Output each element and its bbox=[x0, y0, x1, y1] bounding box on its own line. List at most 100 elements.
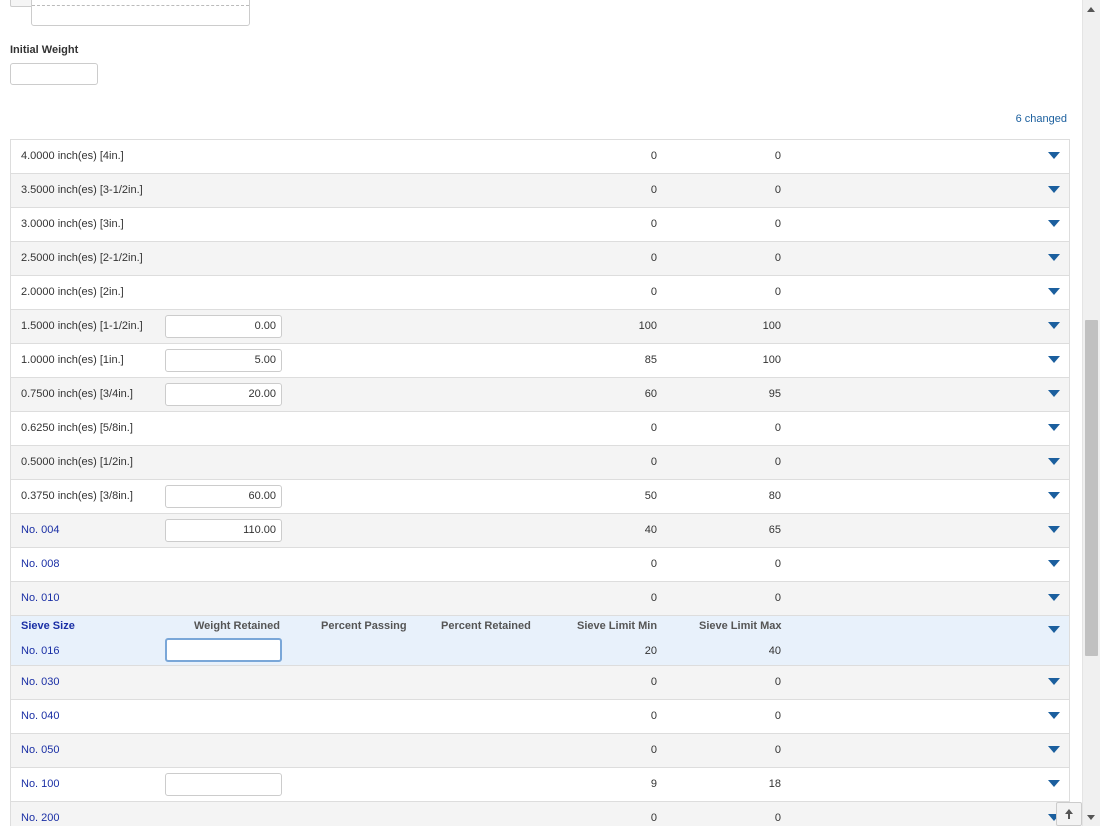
sieve-size-cell: 2.0000 inch(es) [2in.] bbox=[21, 286, 124, 298]
sieve-size-cell: 2.5000 inch(es) [2-1/2in.] bbox=[21, 252, 143, 264]
caret-down-icon[interactable] bbox=[1048, 678, 1060, 685]
header-weight-retained: Weight Retained bbox=[194, 620, 280, 632]
page-content: Initial Weight 6 changed 4.0000 inch(es)… bbox=[0, 0, 1082, 826]
sieve-size-cell: 3.5000 inch(es) [3-1/2in.] bbox=[21, 184, 143, 196]
caret-down-icon[interactable] bbox=[1048, 186, 1060, 193]
sieve-size-cell[interactable]: No. 010 bbox=[21, 582, 60, 615]
sieve-limit-min-cell: 50 bbox=[644, 490, 657, 502]
caret-down-icon[interactable] bbox=[1048, 712, 1060, 719]
sieve-limit-min-cell: 0 bbox=[650, 422, 657, 434]
sieve-limit-min-cell: 20 bbox=[644, 645, 657, 657]
header-sieve-limit-max: Sieve Limit Max bbox=[699, 620, 782, 632]
weight-retained-input[interactable] bbox=[165, 638, 282, 662]
previous-field-input[interactable] bbox=[31, 0, 250, 26]
sieve-size-cell: 0.3750 inch(es) [3/8in.] bbox=[21, 490, 133, 502]
sieve-limit-min-cell: 0 bbox=[650, 676, 657, 688]
sieve-limit-max-cell: 0 bbox=[774, 710, 781, 722]
weight-retained-input[interactable]: 20.00 bbox=[165, 383, 282, 406]
caret-down-icon[interactable] bbox=[1048, 356, 1060, 363]
weight-retained-input[interactable] bbox=[165, 773, 282, 796]
caret-down-icon[interactable] bbox=[1048, 458, 1060, 465]
sieve-limit-max-cell: 40 bbox=[768, 645, 781, 657]
sieve-limit-max-cell: 0 bbox=[774, 456, 781, 468]
sieve-limit-min-cell: 0 bbox=[650, 456, 657, 468]
sieve-limit-max-cell: 18 bbox=[768, 778, 781, 790]
caret-down-icon[interactable] bbox=[1048, 220, 1060, 227]
sieve-limit-max-cell: 80 bbox=[768, 490, 781, 502]
caret-down-icon[interactable] bbox=[1048, 526, 1060, 533]
weight-retained-input[interactable]: 110.00 bbox=[165, 519, 282, 542]
sieve-limit-min-cell: 85 bbox=[644, 354, 657, 366]
sieve-limit-min-cell: 0 bbox=[650, 710, 657, 722]
sieve-limit-max-cell: 0 bbox=[774, 676, 781, 688]
sieve-size-cell[interactable]: No. 050 bbox=[21, 734, 60, 767]
initial-weight-input[interactable] bbox=[10, 63, 98, 85]
sieve-limit-max-cell: 100 bbox=[762, 320, 781, 332]
sieve-size-cell: 3.0000 inch(es) [3in.] bbox=[21, 218, 124, 230]
sieve-limit-max-cell: 0 bbox=[774, 286, 781, 298]
sieve-limit-min-cell: 0 bbox=[650, 184, 657, 196]
scroll-to-top-button[interactable] bbox=[1056, 802, 1082, 826]
sieve-size-cell[interactable]: No. 040 bbox=[21, 700, 60, 733]
sieve-limit-max-cell: 65 bbox=[768, 524, 781, 536]
caret-down-icon[interactable] bbox=[1048, 424, 1060, 431]
scroll-up-icon[interactable] bbox=[1087, 7, 1095, 12]
caret-down-icon[interactable] bbox=[1048, 322, 1060, 329]
table-row: 3.0000 inch(es) [3in.] 0 0 bbox=[10, 208, 1070, 242]
sieve-size-cell: 0.7500 inch(es) [3/4in.] bbox=[21, 388, 133, 400]
sieve-size-cell[interactable]: No. 008 bbox=[21, 548, 60, 581]
scrollbar-thumb[interactable] bbox=[1085, 320, 1098, 656]
sieve-limit-min-cell: 100 bbox=[638, 320, 657, 332]
sieve-limit-min-cell: 0 bbox=[650, 558, 657, 570]
sieve-limit-max-cell: 0 bbox=[774, 422, 781, 434]
table-row: No. 200 0 0 bbox=[10, 802, 1070, 826]
sieve-size-cell[interactable]: No. 004 bbox=[21, 514, 60, 547]
caret-down-icon[interactable] bbox=[1048, 594, 1060, 601]
sieve-limit-min-cell: 40 bbox=[644, 524, 657, 536]
sieve-limit-min-cell: 60 bbox=[644, 388, 657, 400]
sieve-size-cell: 1.5000 inch(es) [1-1/2in.] bbox=[21, 320, 143, 332]
sieve-limit-min-cell: 0 bbox=[650, 150, 657, 162]
table-row: No. 050 0 0 bbox=[10, 734, 1070, 768]
sieve-size-cell: 0.5000 inch(es) [1/2in.] bbox=[21, 456, 133, 468]
weight-retained-input[interactable]: 5.00 bbox=[165, 349, 282, 372]
sieve-limit-max-cell: 0 bbox=[774, 218, 781, 230]
caret-down-icon[interactable] bbox=[1048, 152, 1060, 159]
table-row: No. 010 0 0 bbox=[10, 582, 1070, 616]
table-row: 0.7500 inch(es) [3/4in.] 20.00 60 95 bbox=[10, 378, 1070, 412]
vertical-scrollbar[interactable] bbox=[1082, 0, 1100, 826]
sieve-size-cell: 0.6250 inch(es) [5/8in.] bbox=[21, 422, 133, 434]
sieve-size-cell[interactable]: No. 200 bbox=[21, 802, 60, 826]
sieve-limit-max-cell: 0 bbox=[774, 592, 781, 604]
table-row: 1.0000 inch(es) [1in.] 5.00 85 100 bbox=[10, 344, 1070, 378]
caret-down-icon[interactable] bbox=[1048, 560, 1060, 567]
sieve-limit-max-cell: 95 bbox=[768, 388, 781, 400]
table-row: No. 100 9 18 bbox=[10, 768, 1070, 802]
caret-down-icon[interactable] bbox=[1048, 492, 1060, 499]
header-sieve-limit-min: Sieve Limit Min bbox=[577, 620, 658, 632]
sieve-limit-min-cell: 0 bbox=[650, 812, 657, 824]
scroll-down-icon[interactable] bbox=[1087, 815, 1095, 820]
caret-down-icon[interactable] bbox=[1048, 390, 1060, 397]
sieve-limit-max-cell: 0 bbox=[774, 150, 781, 162]
caret-down-icon[interactable] bbox=[1048, 746, 1060, 753]
weight-retained-input[interactable]: 60.00 bbox=[165, 485, 282, 508]
caret-down-icon[interactable] bbox=[1048, 288, 1060, 295]
table-row: No. 004 110.00 40 65 bbox=[10, 514, 1070, 548]
table-row: No. 030 0 0 bbox=[10, 666, 1070, 700]
weight-retained-input[interactable]: 0.00 bbox=[165, 315, 282, 338]
table-row: 2.5000 inch(es) [2-1/2in.] 0 0 bbox=[10, 242, 1070, 276]
sieve-limit-max-cell: 100 bbox=[762, 354, 781, 366]
changed-count-link[interactable]: 6 changed bbox=[1016, 113, 1067, 125]
sieve-size-cell[interactable]: No. 030 bbox=[21, 666, 60, 699]
sieve-limit-min-cell: 0 bbox=[650, 592, 657, 604]
sieve-size-cell[interactable]: No. 100 bbox=[21, 768, 60, 801]
sieve-limit-max-cell: 0 bbox=[774, 812, 781, 824]
initial-weight-label: Initial Weight bbox=[10, 44, 79, 56]
table-row: 0.6250 inch(es) [5/8in.] 0 0 bbox=[10, 412, 1070, 446]
caret-down-icon[interactable] bbox=[1048, 254, 1060, 261]
caret-down-icon[interactable] bbox=[1048, 780, 1060, 787]
sieve-limit-min-cell: 0 bbox=[650, 744, 657, 756]
caret-down-icon[interactable] bbox=[1048, 626, 1060, 633]
sieve-size-cell[interactable]: No. 016 bbox=[21, 645, 60, 657]
